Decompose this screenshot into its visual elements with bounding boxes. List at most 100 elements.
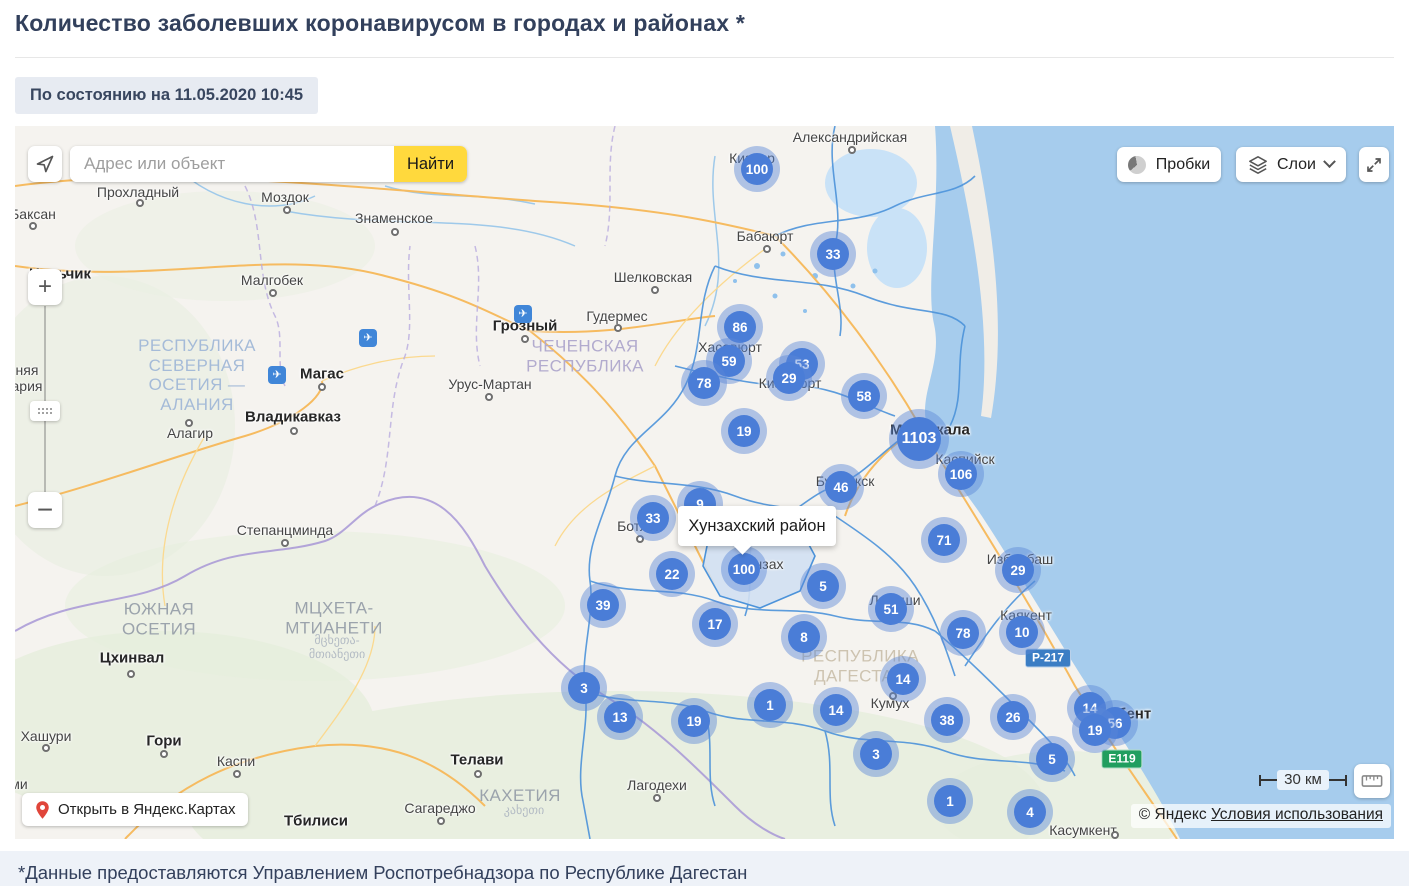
marker-count: 100 xyxy=(728,553,760,585)
place-dot xyxy=(185,419,193,427)
district-tooltip: Хунзахский район xyxy=(678,506,836,546)
marker-count: 1 xyxy=(934,785,966,817)
map-marker[interactable]: 22 xyxy=(649,551,695,597)
map-marker[interactable]: 5 xyxy=(1029,736,1075,782)
map-marker[interactable]: 39 xyxy=(580,582,626,628)
marker-count: 71 xyxy=(928,524,960,556)
map-marker[interactable]: 3 xyxy=(853,731,899,777)
traffic-button[interactable]: Пробки xyxy=(1117,147,1221,182)
scale-label: 30 км xyxy=(1277,770,1329,790)
map-marker[interactable]: 4 xyxy=(1007,789,1053,835)
marker-count: 58 xyxy=(848,380,880,412)
fullscreen-icon xyxy=(1365,156,1383,174)
place-dot xyxy=(29,222,37,230)
terms-of-use-link[interactable]: Условия использования xyxy=(1211,806,1383,823)
zoom-slider-track[interactable] xyxy=(44,306,46,492)
chevron-down-icon xyxy=(1323,155,1336,168)
map-marker[interactable]: 29 xyxy=(995,547,1041,593)
marker-count: 4 xyxy=(1014,796,1046,828)
map-marker[interactable]: 26 xyxy=(990,694,1036,740)
marker-count: 78 xyxy=(688,367,720,399)
map-marker[interactable]: 1 xyxy=(747,682,793,728)
airport-icon: ✈ xyxy=(268,366,286,384)
marker-count: 1103 xyxy=(897,417,941,461)
airport-icon: ✈ xyxy=(514,305,532,323)
geolocation-arrow-icon xyxy=(35,154,55,174)
place-dot xyxy=(318,383,326,391)
marker-count: 33 xyxy=(637,502,669,534)
open-in-yandex-button[interactable]: Открыть в Яндекс.Картах xyxy=(22,793,248,826)
marker-count: 29 xyxy=(773,362,805,394)
map-marker[interactable]: 51 xyxy=(868,586,914,632)
map-marker[interactable]: 10 xyxy=(999,609,1045,655)
layers-button[interactable]: Слои xyxy=(1236,147,1346,182)
marker-count: 22 xyxy=(656,558,688,590)
map-attribution: © Яндекс Условия использования xyxy=(1131,804,1391,828)
district-tooltip-text: Хунзахский район xyxy=(688,517,825,536)
map-marker[interactable]: 33 xyxy=(630,495,676,541)
scale-line-right xyxy=(1329,779,1345,781)
map-marker[interactable]: 17 xyxy=(692,601,738,647)
place-dot xyxy=(437,817,445,825)
slider-grip-icon xyxy=(37,407,53,415)
updated-badge: По состоянию на 11.05.2020 10:45 xyxy=(15,77,318,114)
geolocation-button[interactable] xyxy=(28,146,62,182)
marker-count: 39 xyxy=(587,589,619,621)
map-marker[interactable]: 38 xyxy=(924,697,970,743)
map-marker[interactable]: 14 xyxy=(813,687,859,733)
marker-count: 10 xyxy=(1006,616,1038,648)
search-input[interactable] xyxy=(70,146,394,182)
zoom-slider-handle[interactable] xyxy=(30,401,60,421)
map-marker[interactable]: 5 xyxy=(800,563,846,609)
map-marker[interactable]: 19 xyxy=(721,408,767,454)
map-marker[interactable]: 78 xyxy=(681,360,727,406)
zoom-out-button[interactable]: − xyxy=(28,492,62,528)
traffic-icon xyxy=(1128,156,1146,174)
page-footer: *Данные предоставляются Управлением Росп… xyxy=(0,851,1409,886)
place-dot xyxy=(281,539,289,547)
place-dot xyxy=(127,670,135,678)
ruler-button[interactable] xyxy=(1354,764,1390,798)
map-marker[interactable]: 78 xyxy=(940,610,986,656)
place-dot xyxy=(283,206,291,214)
marker-count: 38 xyxy=(931,704,963,736)
marker-count: 19 xyxy=(728,415,760,447)
fullscreen-button[interactable] xyxy=(1359,147,1389,182)
map-marker[interactable]: 33 xyxy=(810,231,856,277)
place-dot xyxy=(763,245,771,253)
zoom-in-button[interactable]: + xyxy=(28,269,62,305)
road-badge: Е119 xyxy=(1101,750,1142,769)
marker-count: 19 xyxy=(1079,714,1111,746)
map-marker[interactable]: 1103 xyxy=(889,409,949,469)
map-marker[interactable]: 1 xyxy=(927,778,973,824)
marker-count: 78 xyxy=(947,617,979,649)
map-marker[interactable]: 8 xyxy=(781,614,827,660)
map-marker[interactable]: 19 xyxy=(1072,707,1118,753)
map-marker[interactable]: 29 xyxy=(766,355,812,401)
airport-icon: ✈ xyxy=(359,329,377,347)
place-dot xyxy=(136,199,144,207)
map-marker[interactable]: 71 xyxy=(921,517,967,563)
search-button[interactable]: Найти xyxy=(394,146,467,182)
map-marker[interactable]: 46 xyxy=(818,464,864,510)
marker-count: 106 xyxy=(945,458,977,490)
map-marker[interactable]: 106 xyxy=(938,451,984,497)
place-dot xyxy=(521,335,529,343)
map-marker[interactable]: 19 xyxy=(671,698,717,744)
map-marker[interactable]: 14 xyxy=(880,656,926,702)
place-dot xyxy=(485,393,493,401)
marker-count: 29 xyxy=(1002,554,1034,586)
scale-tick-right xyxy=(1345,775,1347,786)
map-marker[interactable]: 58 xyxy=(841,373,887,419)
place-dot xyxy=(233,770,241,778)
page-header: Количество заболевших коронавирусом в го… xyxy=(0,0,1409,114)
footnote-text: *Данные предоставляются Управлением Росп… xyxy=(18,862,747,884)
header-divider xyxy=(15,57,1394,58)
yandex-map[interactable]: ПрохладныйМоздокЗнаменскоеМалгобекШелков… xyxy=(15,126,1394,839)
search-box[interactable]: Найти xyxy=(70,146,467,182)
place-dot xyxy=(391,228,399,236)
place-dot xyxy=(269,289,277,297)
map-marker[interactable]: 13 xyxy=(597,694,643,740)
map-marker[interactable]: 100 xyxy=(734,146,780,192)
map-pin-icon xyxy=(35,800,50,820)
